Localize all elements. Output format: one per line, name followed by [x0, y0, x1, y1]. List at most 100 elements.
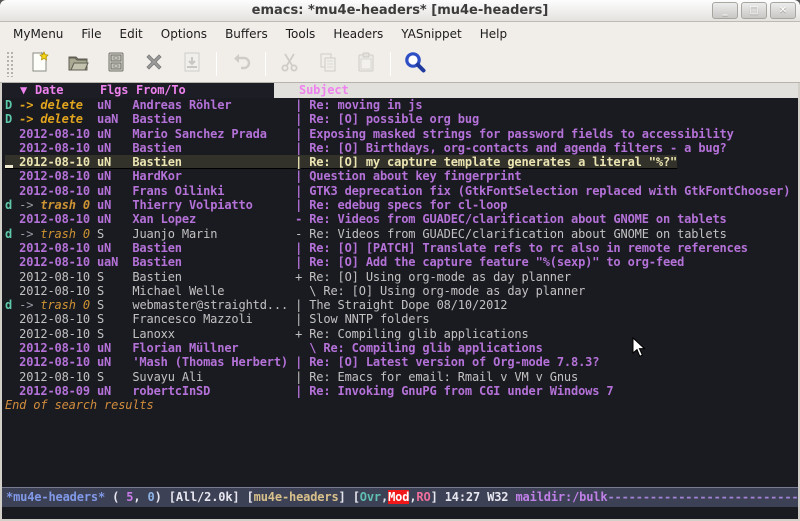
- mark-flag: [5, 270, 19, 284]
- message-row-current[interactable]: 2012-08-10 uN Bastien | Re: [O] my captu…: [2, 155, 798, 169]
- message-subject: + Re: Compiling glib applications: [295, 327, 528, 341]
- message-row[interactable]: 2012-08-10 S Francesco Mazzoli | Slow NN…: [2, 312, 798, 326]
- modeline-plain: ,: [133, 490, 147, 504]
- modeline-dash: ----------------------------------------…: [607, 490, 798, 504]
- message-row[interactable]: 2012-08-10 uN Xan Lopez - Re: Videos fro…: [2, 212, 798, 226]
- message-flags: S: [97, 227, 132, 241]
- message-flags: S: [97, 370, 132, 384]
- message-subject: | Exposing masked strings for password f…: [295, 127, 734, 141]
- message-row[interactable]: 2012-08-10 S Michael Welle \ Re: [O] Usi…: [2, 284, 798, 298]
- message-from: Florian Müllner: [132, 341, 295, 355]
- menu-file[interactable]: File: [72, 24, 110, 44]
- message-row[interactable]: d -> trash 0 S webmaster@straightd... | …: [2, 298, 798, 312]
- menu-mymenu[interactable]: MyMenu: [4, 24, 72, 44]
- message-row[interactable]: 2012-08-10 uN Bastien | Re: [O] [PATCH] …: [2, 241, 798, 255]
- close-buffer-icon: [142, 50, 166, 78]
- end-of-search-results: End of search results: [2, 398, 798, 412]
- toolbar-drag-handle-icon[interactable]: [6, 51, 15, 77]
- message-row[interactable]: 2012-08-10 uaN Bastien | Re: [O] Add the…: [2, 255, 798, 269]
- message-subject: | Re: [O] my capture template generates …: [295, 155, 677, 169]
- message-from: Thierry Volpiatto: [132, 198, 295, 212]
- window-controls: _□✕: [712, 2, 796, 19]
- new-file-button[interactable]: [21, 49, 59, 79]
- column-flags[interactable]: Flgs: [100, 83, 128, 98]
- modeline-buffer: *mu4e-headers*: [6, 490, 105, 504]
- toolbar-separator: [390, 52, 391, 76]
- cut-button: [271, 49, 309, 79]
- maximize-button[interactable]: □: [741, 2, 767, 19]
- menu-bar: MyMenuFileEditOptionsBuffersToolsHeaders…: [0, 22, 800, 46]
- message-flags: uN: [97, 98, 132, 112]
- titlebar[interactable]: emacs: *mu4e-headers* [mu4e-headers] _□✕: [0, 0, 800, 22]
- message-flags: uN: [97, 141, 132, 155]
- message-row[interactable]: D -> delete uaN Bastien | Re: [O] possib…: [2, 112, 798, 126]
- open-file-icon: [66, 50, 90, 78]
- paste-icon: [354, 50, 378, 78]
- message-flags: uN: [97, 355, 132, 369]
- message-row[interactable]: 2012-08-10 uN Bastien | Re: [O] Birthday…: [2, 141, 798, 155]
- message-subject: | Re: [O] possible org bug: [295, 112, 479, 126]
- menu-edit[interactable]: Edit: [111, 24, 152, 44]
- message-subject: | Re: [O] Birthdays, org-contacts and ag…: [295, 141, 727, 155]
- message-row[interactable]: 2012-08-10 uN Mario Sanchez Prada | Expo…: [2, 127, 798, 141]
- column-from-to[interactable]: From/To: [136, 83, 186, 98]
- save-buffer-icon: [180, 50, 204, 78]
- message-from: Bastien: [132, 255, 295, 269]
- mark-flag: [5, 312, 19, 326]
- message-from: Bastien: [132, 270, 295, 284]
- message-from: HardKor: [132, 169, 295, 183]
- mark-flag: d: [5, 298, 19, 312]
- message-from: Xan Lopez: [132, 212, 295, 226]
- message-row[interactable]: 2012-08-10 uN HardKor | Question about k…: [2, 169, 798, 183]
- close-buffer-button[interactable]: [135, 49, 173, 79]
- mark-flag: [5, 241, 19, 255]
- menu-yasnippet[interactable]: YASnippet: [392, 24, 471, 44]
- mark-arrow: ->: [19, 198, 40, 212]
- message-row[interactable]: 2012-08-10 uN Frans Oilinki | GTK3 depre…: [2, 184, 798, 198]
- menu-buffers[interactable]: Buffers: [216, 24, 277, 44]
- menu-headers[interactable]: Headers: [324, 24, 392, 44]
- toolbar: [0, 46, 800, 83]
- message-row[interactable]: 2012-08-09 uN robertcInSD | Re: Invoking…: [2, 384, 798, 398]
- mark-flag: [5, 169, 19, 183]
- modeline-ovr: Ovr: [360, 490, 381, 504]
- menu-help[interactable]: Help: [471, 24, 516, 44]
- search-button[interactable]: [396, 49, 434, 79]
- mark-flag: d: [5, 227, 19, 241]
- message-row[interactable]: 2012-08-10 S Lanoxx + Re: Compiling glib…: [2, 327, 798, 341]
- copy-button: [309, 49, 347, 79]
- message-date: 2012-08-10: [19, 255, 97, 269]
- message-date: 2012-08-10: [19, 312, 97, 326]
- minimize-button[interactable]: _: [712, 2, 738, 19]
- message-row[interactable]: d -> trash 0 uN Thierry Volpiatto | Re: …: [2, 198, 798, 212]
- message-flags: uN: [97, 184, 132, 198]
- open-file-button[interactable]: [59, 49, 97, 79]
- column-date[interactable]: Date: [35, 83, 63, 98]
- message-from: Suvayu Ali: [132, 370, 295, 384]
- message-row[interactable]: 2012-08-10 uN Florian Müllner \ Re: Comp…: [2, 341, 798, 355]
- dired-button[interactable]: [97, 49, 135, 79]
- close-button[interactable]: ✕: [770, 2, 796, 19]
- message-subject: - Re: Videos from GUADEC/clarification a…: [295, 227, 727, 241]
- message-row[interactable]: 2012-08-10 S Suvayu Ali | Re: Emacs for …: [2, 370, 798, 384]
- mouse-pointer-icon: [632, 337, 646, 358]
- message-from: Juanjo Marin: [132, 227, 295, 241]
- message-row[interactable]: D -> delete uN Andreas Röhler | Re: movi…: [2, 98, 798, 112]
- mark-flag: [5, 212, 19, 226]
- headers-column-header: ▼ Date Flgs From/To Subject: [2, 83, 798, 98]
- message-row[interactable]: d -> trash 0 S Juanjo Marin - Re: Videos…: [2, 227, 798, 241]
- window-title: emacs: *mu4e-headers* [mu4e-headers]: [252, 3, 549, 18]
- message-row[interactable]: 2012-08-10 S Bastien + Re: [O] Using org…: [2, 270, 798, 284]
- menu-options[interactable]: Options: [152, 24, 216, 44]
- mode-line[interactable]: *mu4e-headers* ( 5, 0) [All/2.0k] [mu4e-…: [2, 487, 798, 507]
- message-from: Bastien: [132, 155, 295, 169]
- message-flags: uN: [97, 212, 132, 226]
- column-subject[interactable]: Subject: [299, 83, 349, 98]
- mark-flag: [5, 141, 19, 155]
- mark-target: delete: [40, 98, 97, 112]
- mark-target: trash 0: [40, 298, 97, 312]
- menu-tools[interactable]: Tools: [277, 24, 325, 44]
- message-date: 2012-08-10: [19, 341, 97, 355]
- message-row[interactable]: 2012-08-10 uN 'Mash (Thomas Herbert) | R…: [2, 355, 798, 369]
- sort-indicator-icon[interactable]: ▼: [20, 83, 27, 98]
